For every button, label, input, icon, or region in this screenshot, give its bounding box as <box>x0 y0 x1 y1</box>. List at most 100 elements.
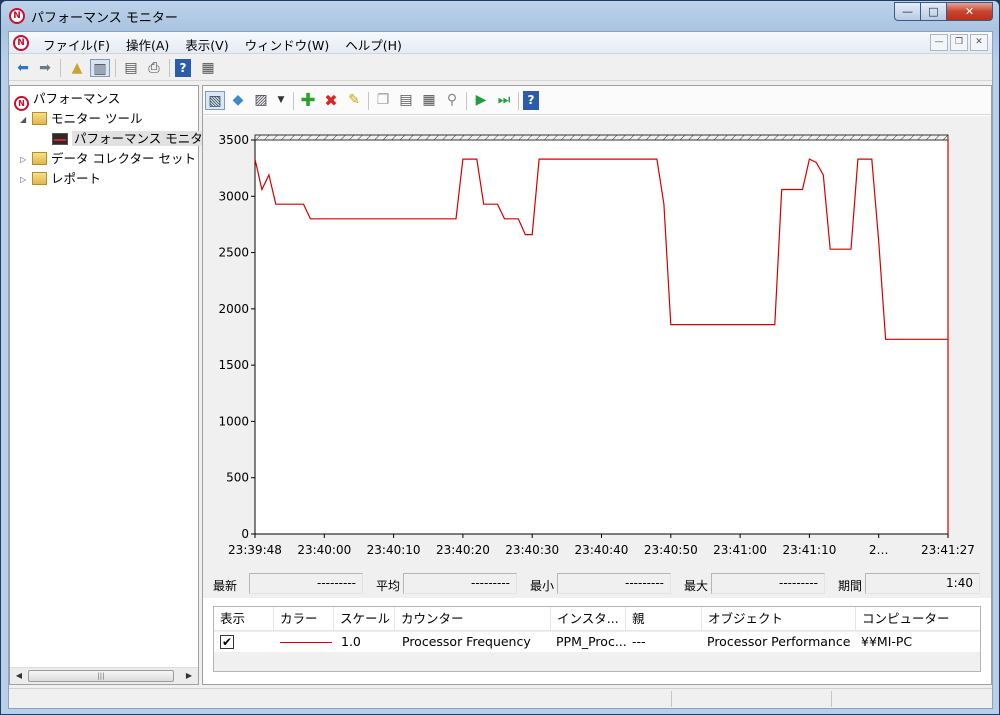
delete-counter-icon[interactable]: ✖ <box>321 91 341 110</box>
col-scale[interactable]: スケール <box>334 607 395 631</box>
tree-item-reports[interactable]: レポート <box>32 170 101 188</box>
properties-pane-icon[interactable]: ▦ <box>198 59 218 77</box>
update-data-icon[interactable]: ⏭ <box>494 91 514 110</box>
folder-icon <box>32 112 47 125</box>
back-arrow-icon[interactable]: ⬅ <box>13 59 33 77</box>
plot-top-hatch <box>254 134 949 141</box>
mdi-minimize-button[interactable]: — <box>930 34 948 51</box>
graph-area: 3500 3000 2500 2000 1500 1000 500 0 23:39:48 23:4… <box>203 116 991 598</box>
col-instance[interactable]: インスタ... <box>551 607 626 631</box>
forward-arrow-icon[interactable]: ➡ <box>35 59 55 77</box>
up-folder-icon[interactable]: ▲ <box>67 59 87 77</box>
console-tree: N パフォーマンス ◢ モニター ツール パフォーマンス モニター ▷ データ コ… <box>9 85 218 685</box>
x-tick-label: 23:41:00 <box>713 543 767 557</box>
plot-background <box>255 140 948 534</box>
performance-monitor-pane: ▧ ◆ ▨ ▼ ✚ ✖ ✎ ❐ ▤ ▦ ⚲ ▶ ⏭ ? 3500 3000 25… <box>202 85 992 685</box>
close-button[interactable]: ✕ <box>947 2 993 21</box>
x-tick-label: 23:40:30 <box>505 543 559 557</box>
export-list-icon[interactable]: ▤ <box>121 59 141 77</box>
help-icon[interactable]: ? <box>523 91 539 110</box>
graph-type-dropdown-icon[interactable]: ▼ <box>271 91 291 110</box>
x-tick-label: 2… <box>869 543 889 557</box>
col-object[interactable]: オブジェクト <box>702 607 856 631</box>
scroll-right-arrow-icon[interactable]: ▶ <box>181 668 197 684</box>
minimize-button[interactable]: — <box>894 2 921 21</box>
mmc-document-icon[interactable]: N <box>13 35 29 51</box>
unfreeze-display-icon[interactable]: ▶ <box>471 91 491 110</box>
highlight-pen-icon[interactable]: ✎ <box>344 91 364 110</box>
main-toolbar: ⬅ ➡ ▲ ▥ ▤ ⎙ ? ▦ <box>9 55 992 81</box>
instance-cell: PPM_Proc... <box>556 634 626 649</box>
x-tick-label: 23:40:50 <box>644 543 698 557</box>
col-counter[interactable]: カウンター <box>395 607 551 631</box>
series-color-swatch <box>280 642 332 643</box>
menu-window[interactable]: ウィンドウ(W) <box>237 35 338 54</box>
minimum-value: --------- <box>557 573 671 594</box>
title-bar[interactable]: N パフォーマンス モニター — □ ✕ <box>1 1 999 31</box>
y-tick-label: 0 <box>241 527 249 541</box>
duration-label: 期間 <box>838 579 863 593</box>
mdi-restore-button[interactable]: ❐ <box>950 34 968 51</box>
tree-horizontal-scrollbar[interactable]: ◀ ||| ▶ <box>10 667 198 684</box>
x-tick-label: 23:40:40 <box>575 543 629 557</box>
copy-properties-icon[interactable]: ❐ <box>373 91 393 110</box>
properties-icon[interactable]: ▦ <box>419 91 439 110</box>
maximize-button[interactable]: □ <box>921 2 947 21</box>
col-color[interactable]: カラー <box>274 607 334 631</box>
col-show[interactable]: 表示 <box>214 607 274 631</box>
show-hide-tree-icon[interactable]: ▥ <box>90 59 110 77</box>
scroll-left-arrow-icon[interactable]: ◀ <box>11 668 27 684</box>
graph-toolbar: ▧ ◆ ▨ ▼ ✚ ✖ ✎ ❐ ▤ ▦ ⚲ ▶ ⏭ ? <box>203 86 991 115</box>
help-icon[interactable]: ? <box>175 59 191 77</box>
menu-file[interactable]: ファイル(F) <box>35 35 118 54</box>
y-tick-label: 1000 <box>218 414 249 428</box>
change-graph-type-icon[interactable]: ▨ <box>251 91 271 110</box>
legend-row[interactable]: ✔ 1.0 Processor Frequency PPM_Proc... --… <box>214 632 980 652</box>
x-tick-label: 23:40:10 <box>367 543 421 557</box>
x-tick-label: 23:41:10 <box>782 543 836 557</box>
minimum-label: 最小 <box>530 579 555 593</box>
window-title: パフォーマンス モニター <box>31 11 178 26</box>
statistics-bar: 最新 --------- 平均 --------- 最小 --------- 最… <box>213 573 983 597</box>
expand-arrow-icon[interactable]: ▷ <box>20 155 26 164</box>
show-checkbox[interactable]: ✔ <box>220 635 234 649</box>
maximum-label: 最大 <box>684 579 709 593</box>
y-tick-label: 500 <box>226 471 249 485</box>
performance-monitor-icon <box>52 133 68 145</box>
scroll-thumb[interactable]: ||| <box>28 670 174 682</box>
counter-cell: Processor Frequency <box>402 634 531 649</box>
y-tick-label: 1500 <box>218 358 249 372</box>
y-tick-label: 3500 <box>218 133 249 147</box>
tree-item-performance-monitor[interactable]: パフォーマンス モニター <box>52 130 218 148</box>
paste-counter-list-icon[interactable]: ▤ <box>396 91 416 110</box>
mdi-close-button[interactable]: ✕ <box>970 34 988 51</box>
view-log-data-icon[interactable]: ◆ <box>228 91 248 110</box>
perfmon-window: N パフォーマンス モニター — □ ✕ N ファイル(F) 操作(A) 表示(… <box>0 0 1000 715</box>
last-value: --------- <box>249 573 363 594</box>
x-tick-label: 23:40:00 <box>297 543 351 557</box>
add-counter-icon[interactable]: ✚ <box>298 91 318 110</box>
zoom-icon[interactable]: ⚲ <box>442 91 462 110</box>
perfmon-app-icon[interactable]: N <box>9 8 25 24</box>
view-current-activity-icon[interactable]: ▧ <box>205 91 225 110</box>
x-tick-label: 23:41:27 <box>921 543 975 557</box>
tree-item-performance[interactable]: N パフォーマンス <box>14 90 120 111</box>
menu-action[interactable]: 操作(A) <box>118 35 177 54</box>
tree-item-monitor-tools[interactable]: モニター ツール <box>32 110 142 128</box>
object-cell: Processor Performance <box>707 634 851 649</box>
collapse-arrow-icon[interactable]: ◢ <box>20 115 26 124</box>
expand-arrow-icon[interactable]: ▷ <box>20 175 26 184</box>
last-label: 最新 <box>213 579 238 593</box>
scale-cell: 1.0 <box>341 634 361 649</box>
print-icon[interactable]: ⎙ <box>144 59 164 77</box>
col-parent[interactable]: 親 <box>626 607 702 631</box>
legend-header: 表示 カラー スケール カウンター インスタ... 親 オブジェクト コンピュー… <box>214 607 980 631</box>
duration-value: 1:40 <box>865 573 980 594</box>
parent-cell: --- <box>632 634 646 649</box>
menu-bar: N ファイル(F) 操作(A) 表示(V) ウィンドウ(W) ヘルプ(H) — … <box>9 32 992 54</box>
menu-view[interactable]: 表示(V) <box>177 35 236 54</box>
maximum-value: --------- <box>711 573 825 594</box>
col-computer[interactable]: コンピューター <box>856 607 980 631</box>
menu-help[interactable]: ヘルプ(H) <box>337 35 410 54</box>
tree-item-data-collector-sets[interactable]: データ コレクター セット <box>32 150 196 168</box>
